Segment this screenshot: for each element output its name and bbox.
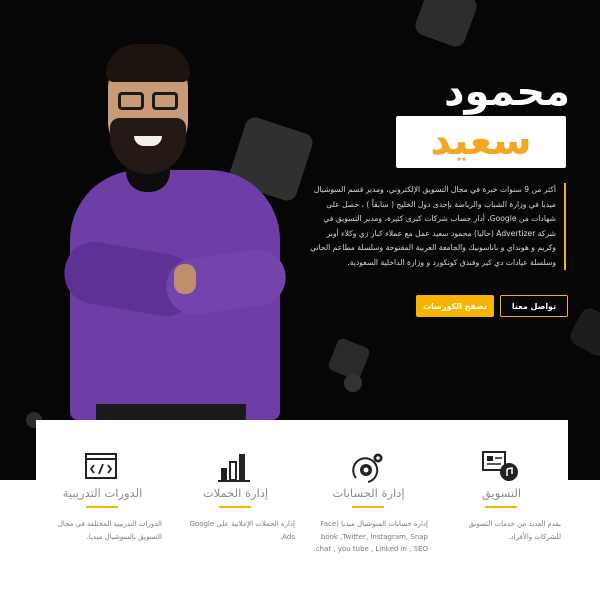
hero-bio: أكثر من 9 سنوات خبرة في مجال التسويق الإ… — [308, 183, 566, 270]
service-title: الدورات التدريبية — [62, 486, 143, 500]
service-courses[interactable]: الدورات التدريبية الدورات التدريبية المخ… — [36, 420, 169, 600]
title-underline — [352, 506, 384, 508]
profile-photo — [59, 44, 290, 420]
service-description: إدارة حسابات السوشيال ميديا (Face book ,… — [313, 520, 428, 553]
contact-button[interactable]: تواصل معنا — [500, 295, 568, 317]
service-account-management[interactable]: إدارة الحسابات إدارة حسابات السوشيال ميد… — [302, 420, 435, 600]
decorative-square — [566, 304, 600, 360]
marketing-icon — [482, 451, 518, 481]
service-marketing[interactable]: التسويق يقدم العديد من خدمات التسويق للش… — [435, 420, 568, 600]
service-campaigns[interactable]: إدارة الحملات إدارة الحملات الإعلانية عل… — [169, 420, 302, 600]
courses-icon — [85, 453, 117, 479]
service-title: إدارة الحملات — [202, 486, 269, 500]
services-section: التسويق يقدم العديد من خدمات التسويق للش… — [36, 420, 568, 600]
decorative-square — [412, 0, 480, 50]
title-underline — [485, 506, 517, 508]
service-title: إدارة الحسابات — [332, 486, 405, 500]
account-management-icon — [352, 453, 383, 483]
service-description: إدارة الحملات الإعلانية على Google Ads. — [189, 520, 296, 541]
title-underline — [86, 506, 118, 508]
service-title: التسويق — [481, 486, 522, 500]
service-description: يقدم العديد من خدمات التسويق للشركات وال… — [468, 520, 561, 541]
hero-name-first: محمود — [443, 69, 570, 115]
browse-courses-button[interactable]: تصفح الكورسات — [416, 295, 494, 317]
hero-section: محمود سعيد أكثر من 9 سنوات خبرة في مجال … — [0, 0, 600, 480]
campaigns-icon — [218, 454, 250, 482]
service-description: الدورات التدريبية المختلفة في مجال التسو… — [57, 520, 162, 541]
hero-name-last: سعيد — [396, 116, 566, 168]
decorative-dot — [344, 374, 362, 392]
title-underline — [219, 506, 251, 508]
